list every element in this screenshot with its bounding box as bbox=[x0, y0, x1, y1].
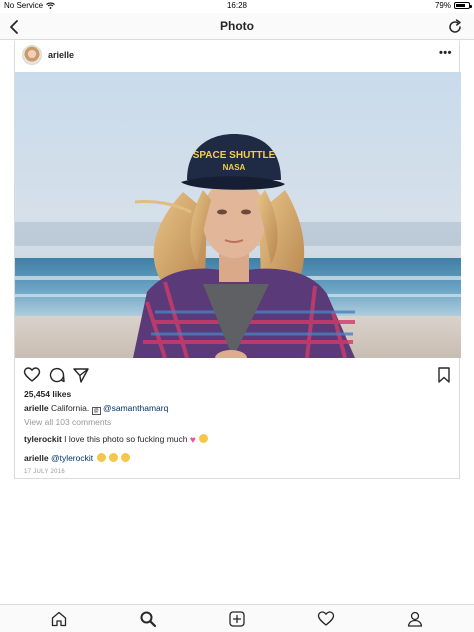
post-actions bbox=[15, 366, 459, 388]
more-options-button[interactable]: ••• bbox=[439, 47, 452, 59]
likes-count[interactable]: 25,454 likes bbox=[24, 389, 71, 399]
heart-icon[interactable] bbox=[317, 610, 335, 628]
page-title: Photo bbox=[220, 19, 254, 33]
profile-icon[interactable] bbox=[406, 610, 424, 628]
home-icon[interactable] bbox=[50, 610, 68, 628]
kissing-face-icon bbox=[121, 453, 131, 462]
kissing-face-icon bbox=[96, 453, 106, 462]
caption-mention[interactable]: @samanthamarq bbox=[103, 403, 168, 413]
heart-eyes-face-icon bbox=[199, 434, 209, 443]
post-photo[interactable]: SPACE SHUTTLE NASA bbox=[15, 72, 461, 358]
caption-username[interactable]: arielle bbox=[24, 403, 49, 413]
post-date: 17 JULY 2016 bbox=[24, 469, 66, 475]
comment-username[interactable]: tylerockit bbox=[24, 434, 62, 444]
comment-username[interactable]: arielle bbox=[24, 453, 49, 463]
avatar[interactable] bbox=[22, 45, 42, 65]
post-card: arielle ••• SPACE SHUTTLE NASA 25,454 li… bbox=[14, 41, 461, 479]
hat-text-top: SPACE SHUTTLE bbox=[193, 150, 276, 161]
refresh-icon[interactable] bbox=[446, 18, 464, 36]
post-header: arielle ••• bbox=[15, 41, 459, 72]
status-time: 16:28 bbox=[226, 1, 248, 10]
navigation-bar: Photo bbox=[0, 13, 474, 40]
comment-icon[interactable] bbox=[48, 366, 66, 384]
view-all-comments-link[interactable]: View all 103 comments bbox=[24, 417, 111, 427]
battery-icon bbox=[454, 2, 472, 9]
add-icon[interactable] bbox=[228, 610, 246, 628]
battery-percent: 79% bbox=[434, 1, 451, 10]
caption-text: California. bbox=[50, 403, 90, 413]
sparkling-heart-icon: ♥ bbox=[189, 435, 196, 446]
mention-box-icon: @ bbox=[91, 407, 101, 415]
kissing-face-icon bbox=[108, 453, 118, 462]
heart-icon[interactable] bbox=[23, 366, 41, 384]
search-icon[interactable] bbox=[139, 610, 157, 628]
post-username[interactable]: arielle bbox=[48, 50, 74, 60]
hat-text-bottom: NASA bbox=[223, 163, 246, 172]
tab-bar bbox=[0, 604, 474, 632]
status-right: 79% bbox=[434, 1, 472, 10]
bookmark-icon[interactable] bbox=[435, 366, 453, 384]
caption: arielle California. @ @samanthamarq bbox=[24, 403, 168, 415]
comment-item: arielle @tylerockit bbox=[24, 453, 131, 463]
comment-item: tylerockit I love this photo so fucking … bbox=[24, 434, 209, 446]
comment-mention[interactable]: @tylerockit bbox=[51, 453, 93, 463]
comment-text: I love this photo so fucking much bbox=[64, 434, 188, 444]
status-bar: No Service 16:28 79% bbox=[0, 0, 474, 13]
share-icon[interactable] bbox=[72, 366, 90, 384]
battery-fill bbox=[456, 4, 466, 7]
